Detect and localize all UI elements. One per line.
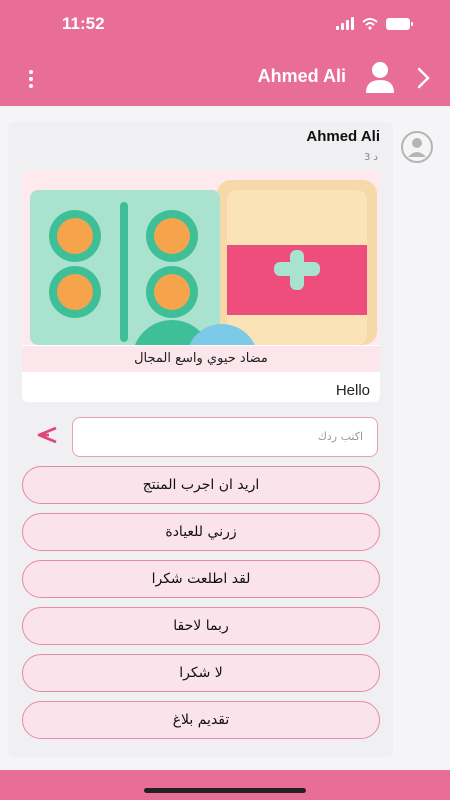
status-time: 11:52: [62, 14, 105, 33]
quick-reply-button[interactable]: تقديم بلاغ: [22, 701, 380, 739]
quick-reply-button[interactable]: زرني للعيادة: [22, 513, 380, 551]
image-caption: مضاد حيوي واسع المجال: [22, 346, 380, 372]
reply-input[interactable]: اكتب ردك: [72, 417, 378, 457]
avatar-icon: [401, 131, 433, 163]
sender-name: Ahmed Ali: [306, 128, 380, 145]
send-icon[interactable]: [36, 424, 58, 446]
user-icon[interactable]: [364, 60, 396, 94]
message-text: Hello: [335, 382, 370, 399]
wifi-icon: [362, 17, 378, 30]
message-time: 3 د: [364, 152, 378, 163]
menu-icon[interactable]: [26, 68, 36, 90]
quick-reply-button[interactable]: لقد اطلعت شكرا: [22, 560, 380, 598]
home-indicator: [144, 788, 306, 793]
message-bubble[interactable]: مضاد حيوي واسع المجال Hello: [22, 170, 380, 402]
top-bar: 11:52 Ahmed Ali: [0, 0, 450, 106]
quick-reply-button[interactable]: ربما لاحقا: [22, 607, 380, 645]
reply-placeholder: اكتب ردك: [317, 430, 363, 443]
status-icons: [336, 17, 413, 30]
quick-reply-button[interactable]: اريد ان اجرب المنتج: [22, 466, 380, 504]
battery-icon: [386, 17, 413, 30]
bottom-bar: [0, 770, 450, 800]
product-image[interactable]: [22, 170, 380, 345]
quick-reply-button[interactable]: لا شكرا: [22, 654, 380, 692]
header-title: Ahmed Ali: [257, 66, 346, 86]
signal-icon: [336, 17, 354, 30]
back-chevron-icon[interactable]: [416, 66, 432, 90]
